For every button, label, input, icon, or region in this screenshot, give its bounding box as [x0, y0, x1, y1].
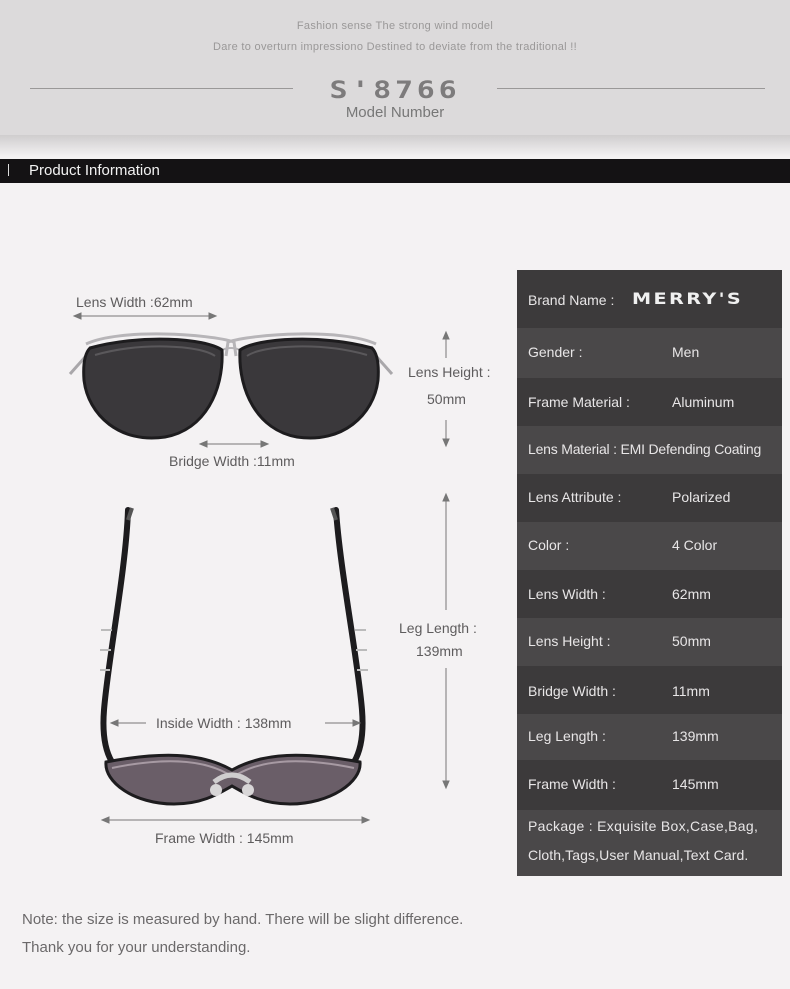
- spec-value: 50mm: [672, 633, 711, 649]
- spec-row: Bridge Width : 11mm: [517, 666, 782, 714]
- lens-width-label: Lens Width :62mm: [76, 294, 193, 310]
- spec-row: Gender : Men: [517, 328, 782, 378]
- brand-logo: MERRY'S: [632, 289, 744, 308]
- spec-value: 11mm: [672, 683, 710, 699]
- frame-width-label: Frame Width : 145mm: [155, 830, 294, 846]
- top-view-diagram: [100, 492, 450, 824]
- bridge-width-label: Bridge Width :11mm: [169, 453, 295, 469]
- spec-row: Lens Material : EMI Defending Coating: [517, 426, 782, 474]
- leg-length-arrow: [442, 492, 450, 790]
- spec-row: Leg Length : 139mm: [517, 714, 782, 760]
- spec-key: Frame Material :: [528, 394, 630, 410]
- lens-width-arrow: [72, 312, 218, 320]
- package-line-1: Package : Exquisite Box,Case,Bag,: [528, 818, 759, 834]
- spec-row-brand: Brand Name : MERRY'S: [517, 270, 782, 328]
- spec-table: Brand Name : MERRY'S Gender : Men Frame …: [517, 270, 782, 876]
- spec-key: Lens Material : EMI Defending Coating: [528, 441, 762, 457]
- section-title: Product Information: [29, 162, 160, 179]
- spec-value: Aluminum: [672, 394, 735, 410]
- spec-value: Men: [672, 344, 700, 360]
- package-line-2: Cloth,Tags,User Manual,Text Card.: [528, 847, 749, 863]
- spec-value: 145mm: [672, 776, 719, 792]
- spec-value: 139mm: [672, 728, 719, 744]
- spec-key: Brand Name :: [528, 292, 615, 308]
- spec-row: Frame Material : Aluminum: [517, 378, 782, 426]
- lens-height-value: 50mm: [427, 391, 466, 407]
- spec-key: Frame Width :: [528, 776, 616, 792]
- bridge-width-arrow: [198, 440, 270, 448]
- spec-key: Leg Length :: [528, 728, 606, 744]
- header-banner: Fashion sense The strong wind model Dare…: [0, 0, 790, 135]
- spec-key: Color :: [528, 537, 570, 553]
- leg-length-value: 139mm: [416, 643, 463, 659]
- leg-length-label: Leg Length :: [399, 620, 477, 636]
- spec-key: Lens Height :: [528, 633, 611, 649]
- model-number-label: Model Number: [345, 104, 445, 121]
- spec-row: Lens Width : 62mm: [517, 570, 782, 618]
- spec-row-package: Package : Exquisite Box,Case,Bag, Cloth,…: [517, 810, 782, 876]
- tagline-2: Dare to overturn impressiono Destined to…: [213, 41, 577, 53]
- banner-shadow: [0, 135, 790, 157]
- front-view-diagram: [68, 312, 450, 448]
- spec-key: Lens Width :: [528, 586, 606, 602]
- spec-key: Lens Attribute :: [528, 489, 622, 505]
- spec-value: 62mm: [672, 586, 711, 602]
- note-line-1: Note: the size is measured by hand. Ther…: [22, 911, 464, 928]
- note-line-2: Thank you for your understanding.: [22, 939, 251, 956]
- glasses-top-image: [100, 507, 368, 806]
- spec-row: Frame Width : 145mm: [517, 760, 782, 810]
- lens-height-arrow: [442, 330, 450, 448]
- frame-width-arrow: [100, 816, 371, 824]
- spec-row: Lens Attribute : Polarized: [517, 474, 782, 522]
- spec-value: Polarized: [672, 489, 731, 505]
- section-marker: [8, 164, 9, 176]
- model-number: S'8766: [329, 76, 461, 104]
- glasses-front-image: [68, 332, 394, 440]
- spec-value: 4 Color: [672, 537, 718, 553]
- section-header: Product Information: [0, 159, 790, 183]
- spec-row: Lens Height : 50mm: [517, 618, 782, 666]
- spec-key: Bridge Width :: [528, 683, 616, 699]
- lens-height-label: Lens Height :: [408, 364, 491, 380]
- spec-key: Gender :: [528, 344, 583, 360]
- tagline-1: Fashion sense The strong wind model: [296, 20, 494, 32]
- spec-row: Color : 4 Color: [517, 522, 782, 570]
- inside-width-label: Inside Width : 138mm: [156, 715, 292, 731]
